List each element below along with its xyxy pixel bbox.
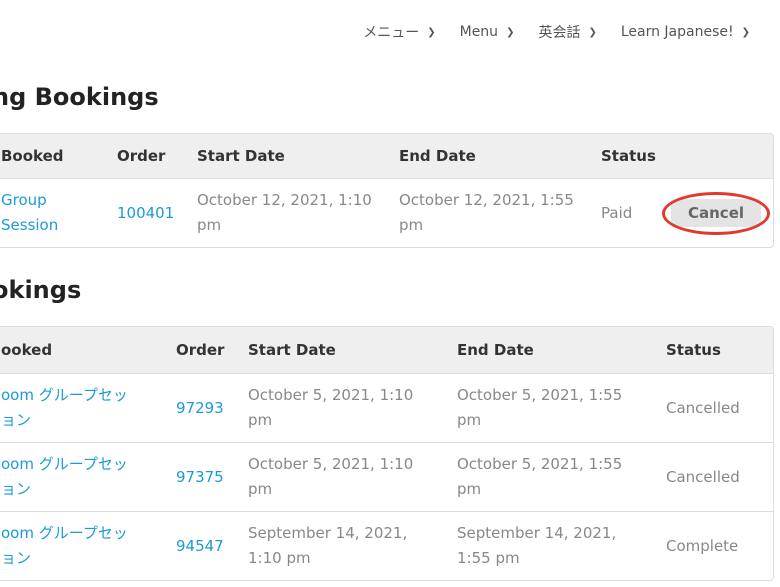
table-header: Booked Order Start Date End Date Status [0, 134, 773, 178]
start-date-line: pm [248, 480, 273, 498]
nav-item-eikaiwa[interactable]: 英会話 ❯ [538, 22, 596, 42]
booked-line: ョン [1, 480, 32, 498]
col-booked: Booked [1, 146, 64, 165]
end-date: October 5, 2021, 1:55 pm [457, 452, 666, 502]
nav-item-menu-jp[interactable]: メニュー ❯ [363, 22, 435, 42]
booked-link[interactable]: Group Session [0, 188, 117, 238]
table-row: oom グループセッ ョン 97293 October 5, 2021, 1:1… [0, 373, 773, 442]
status-text: Complete [666, 536, 739, 555]
col-status: Status [601, 146, 656, 165]
order-link[interactable]: 97293 [176, 396, 248, 421]
col-end-date: End Date [399, 146, 476, 165]
end-date-line: October 12, 2021, 1:55 [399, 191, 574, 209]
start-date: September 14, 2021, 1:10 pm [248, 521, 457, 571]
booked-line: oom グループセッ [1, 524, 128, 542]
nav-item-label: Menu [459, 24, 499, 40]
nav-item-menu[interactable]: Menu ❯ [460, 24, 515, 40]
start-date-line: 1:10 pm [248, 549, 311, 567]
end-date-line: pm [457, 480, 482, 498]
status-text: Cancelled [666, 467, 740, 486]
upcoming-bookings-heading: ng Bookings [0, 83, 159, 111]
end-date-line: October 5, 2021, 1:55 [457, 386, 623, 404]
col-order: Order [176, 340, 225, 359]
table-header: ooked Order Start Date End Date Status [0, 327, 773, 373]
nav-item-label: 英会話 [538, 25, 581, 41]
chevron-down-icon: ❯ [741, 26, 750, 38]
end-date-line: pm [399, 216, 424, 234]
booked-link[interactable]: oom グループセッ ョン [0, 383, 176, 433]
booked-link[interactable]: oom グループセッ ョン [0, 452, 176, 502]
table-row: oom グループセッ ョン 94547 September 14, 2021, … [0, 511, 773, 580]
start-date-line: pm [197, 216, 222, 234]
booked-line: ョン [1, 411, 32, 429]
chevron-down-icon: ❯ [588, 26, 597, 38]
booked-line: ョン [1, 549, 32, 567]
order-link[interactable]: 100401 [117, 201, 197, 226]
start-date-line: pm [248, 411, 273, 429]
col-start-date: Start Date [248, 340, 336, 359]
nav-item-learn-japanese[interactable]: Learn Japanese! ❯ [621, 24, 750, 40]
end-date-line: October 5, 2021, 1:55 [457, 455, 623, 473]
action-cell: Cancel [671, 199, 773, 227]
end-date: September 14, 2021, 1:55 pm [457, 521, 666, 571]
booked-link[interactable]: oom グループセッ ョン [0, 521, 176, 571]
nav-item-label: Learn Japanese! [620, 24, 734, 40]
end-date-line: pm [457, 411, 482, 429]
start-date-line: September 14, 2021, [248, 524, 408, 542]
col-order: Order [117, 146, 166, 165]
table-row: Group Session 100401 October 12, 2021, 1… [0, 178, 773, 247]
bookings-heading: okings [0, 276, 82, 304]
start-date: October 5, 2021, 1:10 pm [248, 452, 457, 502]
start-date-line: October 5, 2021, 1:10 [248, 455, 414, 473]
chevron-down-icon: ❯ [506, 26, 515, 38]
col-booked: ooked [1, 340, 53, 359]
booked-line: oom グループセッ [1, 455, 128, 473]
end-date-line: September 14, 2021, [457, 524, 617, 542]
table-row: oom グループセッ ョン 97375 October 5, 2021, 1:1… [0, 442, 773, 511]
chevron-down-icon: ❯ [427, 26, 436, 38]
status-text: Cancelled [666, 398, 740, 417]
upcoming-bookings-table: Booked Order Start Date End Date Status … [0, 133, 774, 248]
start-date: October 5, 2021, 1:10 pm [248, 383, 457, 433]
order-link[interactable]: 97375 [176, 465, 248, 490]
col-start-date: Start Date [197, 146, 285, 165]
col-end-date: End Date [457, 340, 534, 359]
top-nav: メニュー ❯ Menu ❯ 英会話 ❯ Learn Japanese! ❯ [363, 22, 750, 42]
start-date-line: October 5, 2021, 1:10 [248, 386, 414, 404]
bookings-table: ooked Order Start Date End Date Status o… [0, 326, 774, 581]
start-date: October 12, 2021, 1:10 pm [197, 188, 399, 238]
end-date: October 12, 2021, 1:55 pm [399, 188, 601, 238]
order-link[interactable]: 94547 [176, 534, 248, 559]
cancel-button[interactable]: Cancel [671, 199, 762, 227]
booked-line: oom グループセッ [1, 386, 128, 404]
end-date: October 5, 2021, 1:55 pm [457, 383, 666, 433]
end-date-line: 1:55 pm [457, 549, 520, 567]
booked-line: Session [1, 216, 59, 234]
nav-item-label: メニュー [363, 25, 420, 41]
status-text: Paid [601, 203, 633, 222]
booked-line: Group [1, 191, 47, 209]
start-date-line: October 12, 2021, 1:10 [197, 191, 372, 209]
col-status: Status [666, 340, 721, 359]
